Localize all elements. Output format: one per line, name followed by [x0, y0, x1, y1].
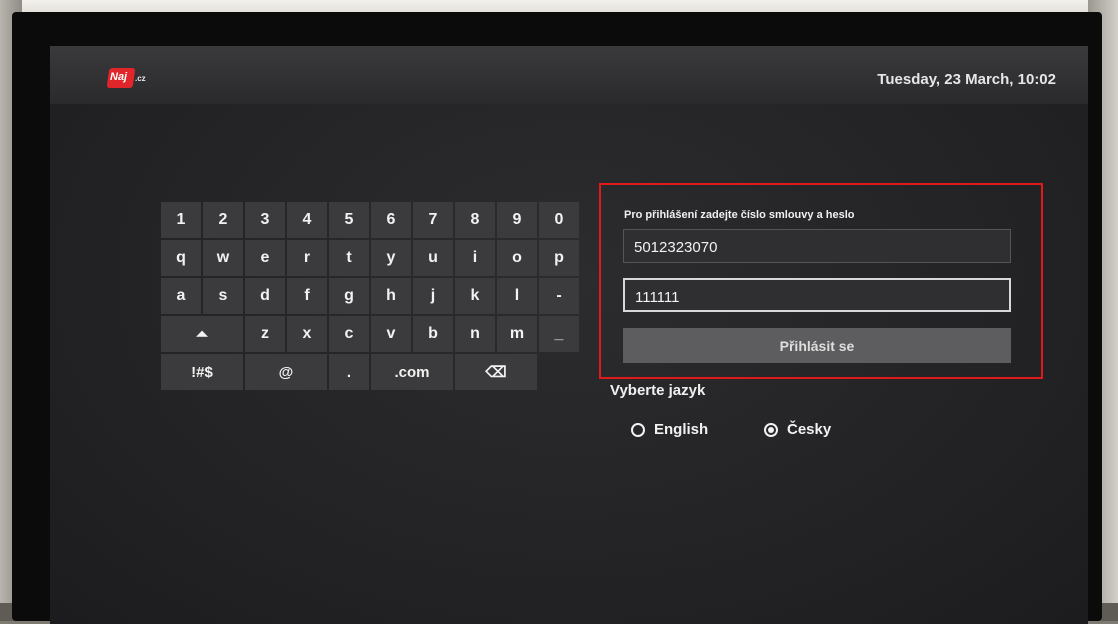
key-dash[interactable]: - [539, 278, 579, 314]
at-key[interactable]: @ [245, 354, 327, 390]
language-option-english[interactable]: English [631, 421, 708, 438]
key-x[interactable]: x [287, 316, 327, 352]
radio-checked-icon [764, 422, 778, 437]
key-q[interactable]: q [161, 240, 201, 276]
key-t[interactable]: t [329, 240, 369, 276]
date-time: Tuesday, 23 March, 10:02 [877, 71, 1056, 88]
language-label-english: English [654, 421, 709, 438]
key-z[interactable]: z [245, 316, 285, 352]
backspace-icon: ⌫ [485, 364, 507, 381]
key-a[interactable]: a [161, 278, 201, 314]
logo-text: Naj [110, 71, 128, 83]
key-f[interactable]: f [287, 278, 327, 314]
language-title: Vyberte jazyk [610, 382, 706, 399]
backspace-key[interactable]: ⌫ [455, 354, 537, 390]
key-r[interactable]: r [287, 240, 327, 276]
key-4[interactable]: 4 [287, 202, 327, 238]
key-v[interactable]: v [371, 316, 411, 352]
contract-number-field[interactable]: 5012323070 [623, 229, 1011, 263]
key-w[interactable]: w [203, 240, 243, 276]
key-u[interactable]: u [413, 240, 453, 276]
key-s[interactable]: s [203, 278, 243, 314]
key-0[interactable]: 0 [539, 202, 579, 238]
key-2[interactable]: 2 [203, 202, 243, 238]
key-6[interactable]: 6 [371, 202, 411, 238]
on-screen-keyboard: 1 2 3 4 5 6 7 8 9 0 q w e r t y u i o p … [161, 202, 579, 390]
key-d[interactable]: d [245, 278, 285, 314]
key-7[interactable]: 7 [413, 202, 453, 238]
key-underscore[interactable]: _ [539, 316, 579, 352]
dotcom-key[interactable]: .com [371, 354, 453, 390]
key-l[interactable]: l [497, 278, 537, 314]
radio-unchecked-icon [631, 422, 645, 437]
key-h[interactable]: h [371, 278, 411, 314]
password-field[interactable]: 111111 [623, 278, 1011, 312]
key-j[interactable]: j [413, 278, 453, 314]
key-m[interactable]: m [497, 316, 537, 352]
key-n[interactable]: n [455, 316, 495, 352]
tv-screen: Naj .cz Tuesday, 23 March, 10:02 1 2 3 4… [50, 46, 1088, 624]
tv-bezel: Naj .cz Tuesday, 23 March, 10:02 1 2 3 4… [12, 12, 1102, 624]
naj-logo: Naj .cz [106, 68, 146, 88]
language-option-czech[interactable]: Česky [764, 421, 831, 438]
key-3[interactable]: 3 [245, 202, 285, 238]
key-b[interactable]: b [413, 316, 453, 352]
dot-key[interactable]: . [329, 354, 369, 390]
key-8[interactable]: 8 [455, 202, 495, 238]
key-5[interactable]: 5 [329, 202, 369, 238]
key-k[interactable]: k [455, 278, 495, 314]
login-button[interactable]: Přihlásit se [623, 328, 1011, 363]
login-prompt: Pro přihlášení zadejte číslo smlouvy a h… [624, 209, 855, 221]
key-i[interactable]: i [455, 240, 495, 276]
key-e[interactable]: e [245, 240, 285, 276]
key-y[interactable]: y [371, 240, 411, 276]
language-label-czech: Česky [787, 421, 832, 438]
key-1[interactable]: 1 [161, 202, 201, 238]
key-p[interactable]: p [539, 240, 579, 276]
login-panel-highlight: Pro přihlášení zadejte číslo smlouvy a h… [599, 183, 1043, 379]
key-g[interactable]: g [329, 278, 369, 314]
top-bar: Naj .cz Tuesday, 23 March, 10:02 [50, 46, 1088, 104]
logo-suffix: .cz [135, 74, 146, 83]
key-c[interactable]: c [329, 316, 369, 352]
symbols-key[interactable]: !#$ [161, 354, 243, 390]
key-9[interactable]: 9 [497, 202, 537, 238]
key-o[interactable]: o [497, 240, 537, 276]
shift-key[interactable]: ⏶ [161, 316, 243, 352]
